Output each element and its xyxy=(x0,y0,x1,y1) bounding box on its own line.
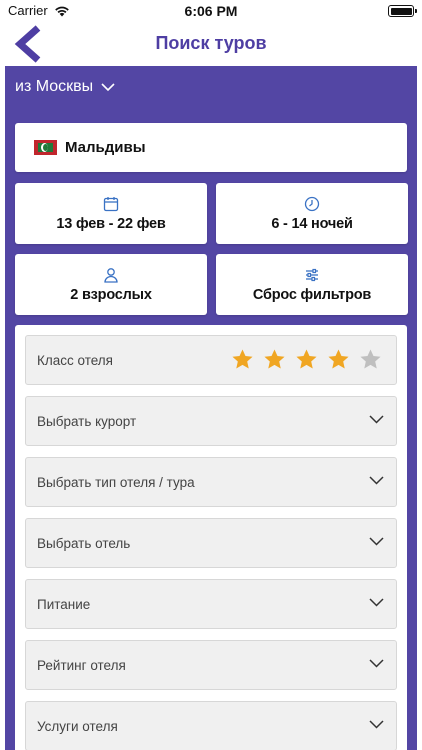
hotel-select[interactable]: Выбрать отель xyxy=(25,518,397,568)
nights-card[interactable]: 6 - 14 ночей xyxy=(216,183,408,244)
guests-label: 2 взрослых xyxy=(70,286,152,303)
hotel-class-row: Класс отеля xyxy=(25,335,397,385)
star-icon[interactable] xyxy=(359,348,382,371)
guests-card[interactable]: 2 взрослых xyxy=(15,254,207,315)
filters-container: Класс отеля Выбрать курорт Выбрать тип о… xyxy=(15,325,407,750)
destination-card[interactable]: Мальдивы xyxy=(15,123,407,172)
hotel-services-select[interactable]: Услуги отеля xyxy=(25,701,397,750)
clock-icon xyxy=(304,196,320,211)
person-icon xyxy=(104,267,118,283)
star-icon[interactable] xyxy=(231,348,254,371)
resort-select[interactable]: Выбрать курорт xyxy=(25,396,397,446)
resort-select-label: Выбрать курорт xyxy=(37,413,137,429)
nights-label: 6 - 14 ночей xyxy=(271,215,353,232)
sliders-icon xyxy=(306,268,318,281)
chevron-down-icon xyxy=(369,598,384,607)
reset-filters-card[interactable]: Сброс фильтров xyxy=(216,254,408,315)
hotel-select-label: Выбрать отель xyxy=(37,535,131,551)
departure-city-selector[interactable]: из Москвы xyxy=(15,78,115,96)
dates-label: 13 фев - 22 фев xyxy=(56,215,166,232)
calendar-icon xyxy=(103,196,119,211)
star-icon[interactable] xyxy=(263,348,286,371)
chevron-down-icon xyxy=(369,720,384,729)
hotel-rating-select[interactable]: Рейтинг отеля xyxy=(25,640,397,690)
chevron-down-icon xyxy=(369,537,384,546)
status-bar: Carrier 6:06 PM xyxy=(0,0,422,22)
search-panel: из Москвы Мальдивы 13 фев - 22 фев 6 - 1… xyxy=(5,66,417,750)
meals-select[interactable]: Питание xyxy=(25,579,397,629)
star-icon[interactable] xyxy=(295,348,318,371)
chevron-down-icon xyxy=(369,659,384,668)
hotel-type-select-label: Выбрать тип отеля / тура xyxy=(37,474,195,490)
hotel-services-select-label: Услуги отеля xyxy=(37,718,118,734)
destination-label: Мальдивы xyxy=(65,139,146,156)
hotel-class-stars xyxy=(231,348,382,371)
reset-filters-label: Сброс фильтров xyxy=(252,286,372,303)
chevron-down-icon xyxy=(101,82,115,91)
meals-select-label: Питание xyxy=(37,596,91,612)
dates-card[interactable]: 13 фев - 22 фев xyxy=(15,183,207,244)
page-title: Поиск туров xyxy=(155,33,267,53)
status-time: 6:06 PM xyxy=(184,3,238,19)
maldives-flag-icon xyxy=(34,140,57,155)
hotel-rating-select-label: Рейтинг отеля xyxy=(37,657,126,673)
hotel-type-select[interactable]: Выбрать тип отеля / тура xyxy=(25,457,397,507)
departure-city-label: из Москвы xyxy=(15,78,94,95)
chevron-down-icon xyxy=(369,476,384,485)
star-icon[interactable] xyxy=(327,348,350,371)
hotel-class-label: Класс отеля xyxy=(37,352,113,368)
battery-icon xyxy=(388,5,417,17)
navigation-bar: Поиск туров xyxy=(0,22,422,66)
chevron-down-icon xyxy=(369,415,384,424)
